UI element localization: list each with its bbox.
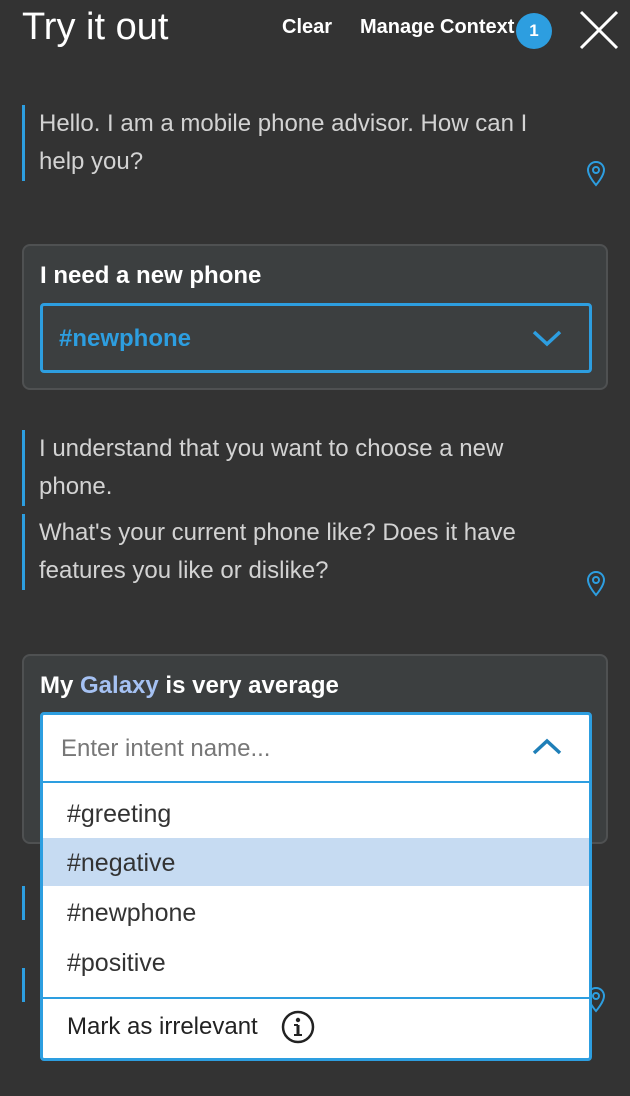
dropdown-divider xyxy=(43,997,589,999)
user-message: I need a new phone xyxy=(40,262,262,289)
chevron-down-icon[interactable] xyxy=(531,328,563,348)
manage-context-button[interactable]: Manage Context xyxy=(360,16,514,39)
clear-button[interactable]: Clear xyxy=(282,16,332,39)
intent-option-positive[interactable]: #positive xyxy=(43,938,589,986)
bot-message: Hello. I am a mobile phone advisor. How … xyxy=(22,105,569,181)
intent-select[interactable]: #newphone xyxy=(40,303,592,373)
user-message-prefix: My xyxy=(40,672,81,699)
intent-search[interactable] xyxy=(43,715,589,783)
mark-irrelevant-button[interactable]: Mark as irrelevant xyxy=(67,1013,258,1041)
intent-search-input[interactable] xyxy=(59,731,503,767)
user-message: My Galaxy is very average xyxy=(40,672,339,700)
intent-option-greeting[interactable]: #greeting xyxy=(43,789,589,837)
location-pin-icon[interactable] xyxy=(586,570,606,598)
bot-message: I understand that you want to choose a n… xyxy=(22,430,569,506)
location-pin-icon[interactable] xyxy=(586,160,606,188)
entity-highlight[interactable]: Galaxy xyxy=(80,672,159,699)
intent-dropdown[interactable]: #greeting #negative #newphone #positive … xyxy=(40,712,592,1061)
info-icon[interactable] xyxy=(281,1010,315,1044)
close-icon[interactable] xyxy=(578,9,620,51)
intent-select-value: #newphone xyxy=(59,325,192,352)
user-message-suffix: is very average xyxy=(158,672,339,699)
bot-message-bar xyxy=(22,886,25,920)
context-count-badge[interactable]: 1 xyxy=(516,13,552,49)
chevron-up-icon[interactable] xyxy=(531,737,563,757)
intent-option-newphone[interactable]: #newphone xyxy=(43,888,589,936)
bot-message-bar xyxy=(22,968,25,1002)
page-title: Try it out xyxy=(22,6,169,48)
intent-option-negative[interactable]: #negative xyxy=(43,838,589,886)
user-message-card: I need a new phone #newphone xyxy=(22,244,608,390)
bot-message: What's your current phone like? Does it … xyxy=(22,514,569,590)
